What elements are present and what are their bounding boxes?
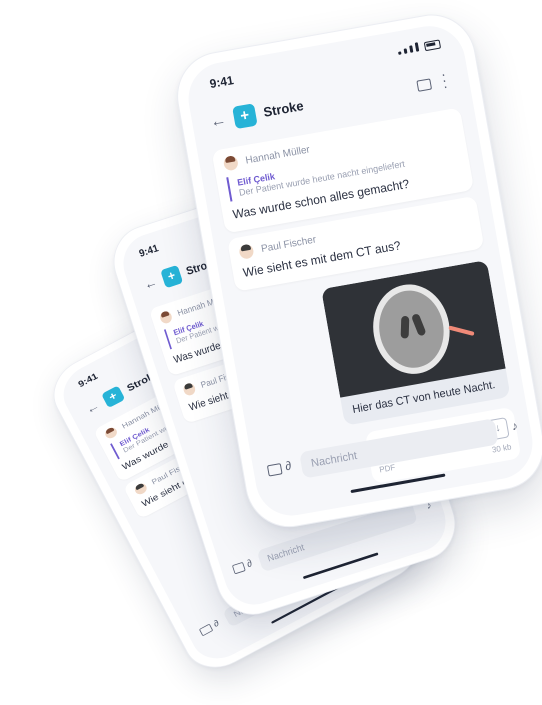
battery-icon	[423, 39, 442, 52]
avatar	[158, 309, 174, 325]
paperclip-icon[interactable]: ∂	[212, 618, 221, 629]
status-time: 9:41	[208, 72, 235, 92]
ct-image-message[interactable]: Hier das CT von heute Nacht.	[321, 260, 511, 426]
avatar	[238, 243, 255, 260]
stroke-logo-icon: +	[101, 385, 126, 409]
paperclip-icon[interactable]: ∂	[284, 458, 292, 473]
sender-name: Hannah Müller	[244, 143, 311, 167]
back-arrow-icon[interactable]: ←	[209, 111, 228, 132]
video-call-icon[interactable]	[416, 78, 433, 92]
camera-icon[interactable]	[198, 623, 214, 637]
status-time: 9:41	[137, 241, 160, 260]
microphone-icon[interactable]: ♪	[511, 418, 519, 433]
camera-icon[interactable]	[231, 561, 246, 575]
paperclip-icon[interactable]: ∂	[245, 557, 253, 570]
back-arrow-icon[interactable]: ←	[84, 399, 102, 417]
avatar	[222, 154, 239, 172]
annotation-arrow-icon	[448, 325, 475, 336]
avatar	[103, 425, 119, 441]
camera-icon[interactable]	[266, 463, 283, 477]
avatar	[182, 381, 197, 397]
status-time: 9:41	[76, 370, 100, 390]
chat-title: Stroke	[262, 97, 305, 120]
stroke-logo-icon: +	[160, 264, 184, 289]
more-options-icon[interactable]: · · ·	[440, 66, 450, 95]
signal-icon	[397, 42, 420, 55]
back-arrow-icon[interactable]: ←	[142, 275, 159, 294]
mockup-stage: 9:41 ← + Stroke Hannah Müller Elif Çelik…	[0, 0, 542, 705]
stroke-logo-icon: +	[232, 103, 258, 130]
